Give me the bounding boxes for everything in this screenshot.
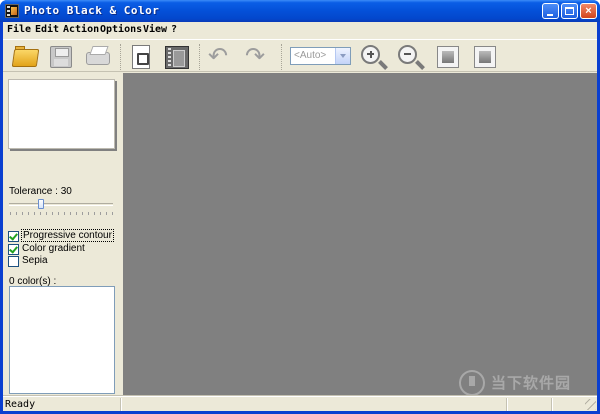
- menu-action[interactable]: Action: [63, 24, 99, 35]
- single-image-icon: [132, 45, 150, 69]
- menu-file[interactable]: File: [7, 24, 31, 35]
- open-folder-icon: [11, 49, 40, 67]
- printer-icon: [86, 52, 110, 65]
- minimize-button[interactable]: [542, 3, 559, 19]
- status-divider: [506, 398, 508, 411]
- progressive-contour-label[interactable]: Progressive contour: [21, 229, 114, 242]
- film-strip-icon: [165, 46, 189, 69]
- toolbar-separator: [199, 44, 201, 70]
- preview-thumbnail: [8, 79, 115, 149]
- minimize-icon: [547, 14, 553, 16]
- actual-size-button[interactable]: [471, 43, 499, 71]
- chevron-down-icon[interactable]: [335, 48, 350, 64]
- color-gradient-label[interactable]: Color gradient: [22, 243, 85, 254]
- zoom-out-button[interactable]: [396, 43, 424, 71]
- rotate-left-button[interactable]: ↶: [205, 43, 233, 71]
- watermark: 当下软件园: [459, 370, 591, 396]
- tolerance-slider-thumb[interactable]: [38, 199, 44, 209]
- fit-window-button[interactable]: [434, 43, 462, 71]
- toolbar-separator: [281, 44, 283, 70]
- toolbar: ↶ ↷ <Auto>: [3, 39, 597, 72]
- open-button[interactable]: [11, 43, 40, 71]
- menu-help[interactable]: ?: [171, 24, 177, 35]
- menu-edit[interactable]: Edit: [35, 24, 59, 35]
- print-button[interactable]: [84, 43, 112, 71]
- app-window: Photo Black & Color × File Edit Action O…: [0, 0, 600, 414]
- zoom-in-button[interactable]: [359, 43, 387, 71]
- maximize-button[interactable]: [561, 3, 578, 19]
- app-icon[interactable]: [5, 4, 19, 18]
- menu-view[interactable]: View: [143, 24, 167, 35]
- menu-bar: File Edit Action Options View ?: [3, 22, 597, 39]
- resize-grip[interactable]: [585, 399, 596, 410]
- tolerance-slider[interactable]: [9, 203, 113, 206]
- settings-panel: Tolerance : 30 Progressive contour Color…: [3, 73, 120, 395]
- film-strip-button[interactable]: [163, 43, 191, 71]
- rotate-right-icon: ↷: [245, 43, 266, 70]
- image-canvas[interactable]: 当下软件园: [123, 73, 597, 396]
- watermark-text: 当下软件园: [491, 375, 572, 392]
- single-image-button[interactable]: [127, 43, 155, 71]
- colors-list[interactable]: [9, 286, 115, 394]
- maximize-icon: [565, 7, 574, 15]
- zoom-select-value: <Auto>: [294, 50, 327, 61]
- zoom-in-icon: [361, 45, 380, 64]
- zoom-out-icon: [398, 45, 417, 64]
- sepia-checkbox[interactable]: [8, 256, 19, 267]
- status-divider: [551, 398, 553, 411]
- save-button[interactable]: [47, 43, 75, 71]
- progressive-contour-checkbox[interactable]: [8, 231, 19, 242]
- color-gradient-checkbox[interactable]: [8, 244, 19, 255]
- sepia-label[interactable]: Sepia: [22, 255, 48, 266]
- download-icon: [459, 370, 485, 396]
- rotate-left-icon: ↶: [208, 43, 229, 70]
- save-disk-icon: [50, 46, 72, 68]
- window-title: Photo Black & Color: [24, 4, 160, 17]
- client-area: File Edit Action Options View ? ↶ ↷ <Aut…: [3, 22, 597, 411]
- fit-window-icon: [437, 46, 459, 68]
- rotate-right-button[interactable]: ↷: [242, 43, 270, 71]
- menu-options[interactable]: Options: [100, 24, 142, 35]
- status-bar: Ready: [3, 396, 597, 411]
- close-button[interactable]: ×: [580, 3, 597, 19]
- title-bar[interactable]: Photo Black & Color ×: [0, 0, 600, 22]
- toolbar-separator: [120, 44, 122, 70]
- tolerance-label: Tolerance : 30: [9, 186, 72, 197]
- status-divider: [120, 398, 122, 411]
- slider-ticks: [10, 212, 113, 215]
- zoom-select[interactable]: <Auto>: [290, 47, 351, 65]
- actual-size-icon: [474, 46, 496, 68]
- status-text: Ready: [5, 399, 36, 410]
